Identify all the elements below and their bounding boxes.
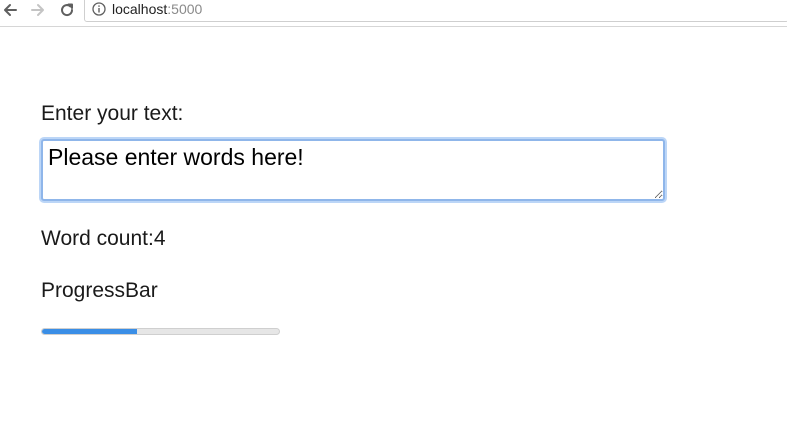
reload-icon: [61, 3, 74, 17]
forward-arrow-icon: [31, 4, 44, 16]
forward-button[interactable]: [28, 0, 48, 20]
back-button[interactable]: [0, 0, 20, 20]
text-prompt-label: Enter your text:: [41, 102, 184, 125]
progress-bar-label: ProgressBar: [41, 279, 158, 302]
url-text[interactable]: localhost:5000: [112, 1, 202, 17]
back-arrow-icon: [4, 4, 17, 16]
info-icon[interactable]: [92, 2, 106, 16]
text-input[interactable]: [41, 139, 665, 201]
reload-button[interactable]: [57, 0, 77, 20]
toolbar-divider: [0, 26, 787, 27]
url-port: :5000: [167, 1, 203, 17]
url-host: localhost: [112, 1, 168, 17]
progress-bar-fill: [42, 329, 137, 334]
word-count-label: Word count:4: [41, 227, 166, 250]
progress-bar: [41, 328, 280, 335]
browser-toolbar: localhost:5000: [0, 0, 787, 27]
address-bar[interactable]: localhost:5000: [84, 0, 787, 22]
